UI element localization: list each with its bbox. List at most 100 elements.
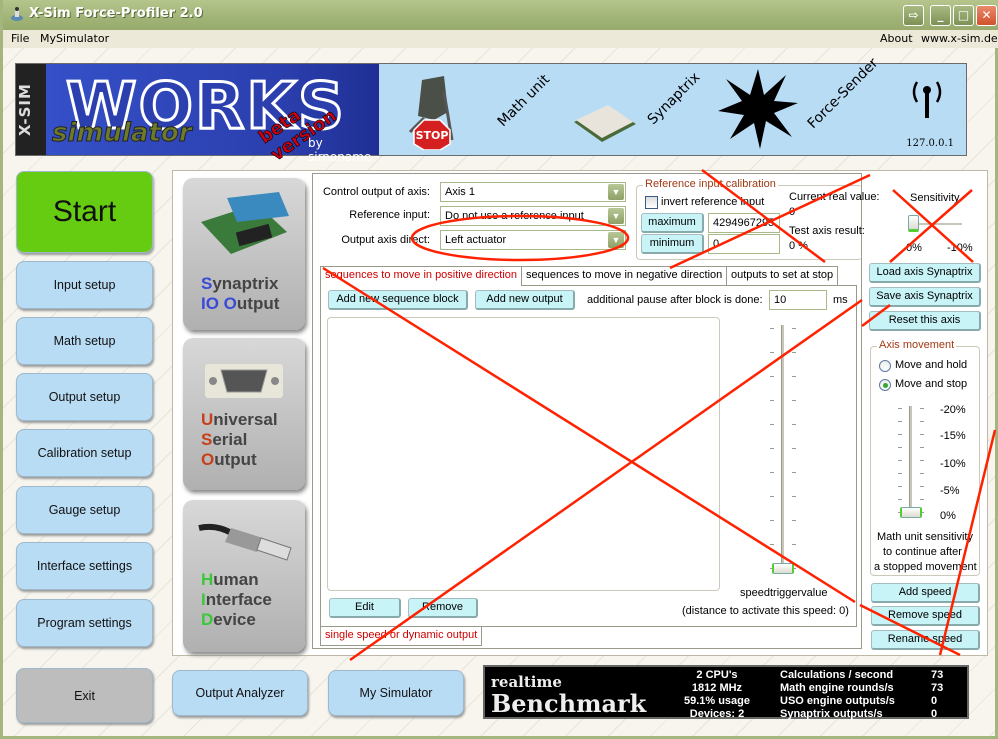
slider-tick [920, 473, 924, 474]
hid-d: D [201, 610, 214, 629]
slider-tick [770, 376, 774, 377]
menu-about[interactable]: About [880, 32, 913, 45]
tab-positive-direction[interactable]: sequences to move in positive direction [320, 266, 522, 286]
metric-value: 0 [931, 708, 938, 720]
device-hid-card[interactable]: Human Interface Device [183, 500, 305, 652]
minimum-field[interactable]: 0 [708, 234, 780, 254]
device-synaptrix-card[interactable]: Synaptrix IO Output [183, 178, 305, 330]
slider-tick [792, 448, 796, 449]
add-output-button[interactable]: Add new output [475, 290, 575, 310]
add-speed-button[interactable]: Add speed [871, 583, 980, 603]
title-bar[interactable]: X-Sim Force-Profiler 2.0 ⇨ _ □ ✕ [3, 0, 998, 30]
speed-trigger-slider-track[interactable] [781, 325, 784, 570]
slider-tick [770, 400, 774, 401]
sensitivity-slider-thumb[interactable] [908, 215, 919, 232]
slider-tick [770, 328, 774, 329]
sensitivity-title: Sensitivity [910, 192, 960, 204]
output-direction-select[interactable]: Left actuator ▼ [440, 230, 626, 250]
maximize-button[interactable]: □ [953, 5, 974, 26]
menu-mysimulator[interactable]: MySimulator [40, 32, 109, 45]
cpu-chip-icon [574, 105, 636, 142]
sensitivity-caption-3: a stopped movement [874, 561, 977, 573]
invert-reference-checkbox[interactable] [645, 196, 658, 209]
antenna-icon [912, 81, 942, 118]
invert-reference-label: invert reference input [661, 196, 765, 208]
output-setup-button[interactable]: Output setup [16, 373, 153, 421]
chevron-down-icon[interactable]: ▼ [608, 232, 624, 248]
metric-label: Math engine rounds/s [780, 682, 894, 694]
slider-tick [792, 472, 796, 473]
start-button[interactable]: Start [16, 171, 153, 253]
sensitivity-min-label: 0% [906, 242, 922, 254]
move-and-hold-radio[interactable] [879, 360, 891, 372]
slider-tick [770, 520, 774, 521]
calibration-setup-button[interactable]: Calibration setup [16, 429, 153, 477]
output-analyzer-button[interactable]: Output Analyzer [172, 670, 308, 716]
slider-tick [792, 376, 796, 377]
program-settings-button[interactable]: Program settings [16, 599, 153, 647]
edit-button[interactable]: Edit [329, 598, 401, 618]
slider-tick [792, 352, 796, 353]
chevron-down-icon[interactable]: ▼ [608, 208, 624, 224]
reset-axis-button[interactable]: Reset this axis [869, 311, 981, 331]
tab-single-speed[interactable]: single speed or dynamic output [320, 627, 483, 646]
slider-tick [792, 400, 796, 401]
usb-cable-icon [198, 523, 292, 561]
menu-website[interactable]: www.x-sim.de [921, 32, 998, 45]
scale-label: -10% [940, 458, 966, 470]
force-sender-label: Force-Sender [804, 55, 882, 132]
add-sequence-block-button[interactable]: Add new sequence block [328, 290, 468, 310]
move-and-stop-radio[interactable] [879, 379, 891, 391]
remove-button[interactable]: Remove [408, 598, 478, 618]
slider-tick [770, 424, 774, 425]
axis-movement-slider-track[interactable] [909, 406, 912, 514]
sequence-list[interactable] [327, 317, 720, 591]
slider-tick [898, 434, 902, 435]
simulator-text: simulator [52, 118, 193, 149]
axis-movement-title: Axis movement [877, 339, 957, 351]
control-axis-select[interactable]: Axis 1 ▼ [440, 182, 626, 202]
axis-movement-slider-thumb[interactable] [900, 507, 922, 518]
reference-input-value: Do not use a reference input [445, 210, 584, 222]
slider-tick [898, 486, 902, 487]
device-count: Devices: 2 [689, 708, 745, 720]
menu-file[interactable]: File [11, 32, 29, 45]
pause-field[interactable]: 10 [769, 290, 827, 310]
load-axis-button[interactable]: Load axis Synaptrix [869, 263, 981, 283]
input-setup-button[interactable]: Input setup [16, 261, 153, 309]
chevron-down-icon[interactable]: ▼ [608, 184, 624, 200]
save-axis-button[interactable]: Save axis Synaptrix [869, 287, 981, 307]
device-uso-card[interactable]: Universal Serial Output [183, 338, 305, 490]
slider-tick [898, 408, 902, 409]
math-setup-button[interactable]: Math setup [16, 317, 153, 365]
app-icon [11, 7, 23, 21]
interface-settings-button[interactable]: Interface settings [16, 542, 153, 590]
speed-trigger-slider-thumb[interactable] [772, 563, 794, 574]
special-window-button[interactable]: ⇨ [903, 5, 924, 26]
tab-negative-direction[interactable]: sequences to move in negative direction [521, 266, 728, 285]
minimize-button[interactable]: _ [930, 5, 951, 26]
stop-seat-icon[interactable]: STOP [404, 72, 464, 150]
reference-input-select[interactable]: Do not use a reference input ▼ [440, 206, 626, 226]
my-simulator-button[interactable]: My Simulator [328, 670, 464, 716]
gauge-setup-button[interactable]: Gauge setup [16, 486, 153, 534]
close-button[interactable]: ✕ [976, 5, 997, 26]
author-text: by sirnoname [308, 136, 372, 164]
metric-label: Synaptrix outputs/s [780, 708, 883, 720]
control-axis-value: Axis 1 [445, 186, 475, 198]
maximum-field[interactable]: 4294967295 [708, 213, 780, 233]
remove-speed-button[interactable]: Remove speed [871, 606, 980, 626]
metric-values: 73 73 0 0 [931, 669, 943, 721]
hid-evice: evice [213, 610, 256, 629]
benchmark-panel: realtime Benchmark 2 CPU's 1812 MHz 59.1… [483, 665, 969, 721]
exit-button[interactable]: Exit [16, 668, 153, 723]
rename-speed-button[interactable]: Rename speed [871, 630, 980, 650]
slider-tick [920, 434, 924, 435]
slider-tick [792, 424, 796, 425]
maximum-button[interactable]: maximum [641, 213, 704, 233]
minimum-button[interactable]: minimum [641, 234, 704, 254]
scale-label: 0% [940, 510, 956, 522]
slider-tick [920, 499, 924, 500]
tab-outputs-at-stop[interactable]: outputs to set at stop [726, 266, 839, 285]
slider-tick [920, 421, 924, 422]
